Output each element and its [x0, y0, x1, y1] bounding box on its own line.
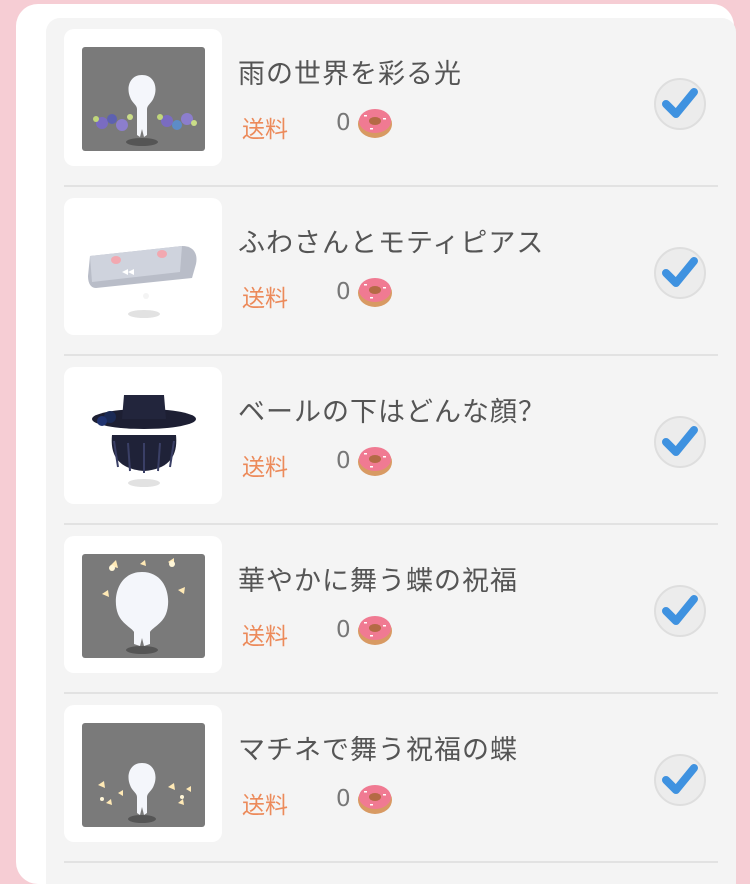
list-item[interactable]: マチネで舞う祝福の蝶 送料 0 — [46, 694, 736, 863]
item-title: ベールの下はどんな顔？ — [238, 397, 546, 428]
item-thumbnail — [64, 536, 222, 673]
donut-icon — [356, 444, 394, 478]
item-title: ふわさんとモティピアス — [238, 228, 545, 259]
black-hat-veil-icon — [82, 385, 205, 489]
select-checkbox[interactable] — [654, 78, 706, 130]
avatar-rain-lights-icon — [82, 47, 205, 151]
donut-icon — [356, 106, 394, 140]
item-price: 0 — [336, 448, 351, 474]
item-list: 雨の世界を彩る光 送料 0 ふわさんとモティピアス 送料 0 ベールの下はどんな… — [46, 18, 736, 884]
shipping-label: 送料 — [242, 793, 288, 819]
donut-icon — [356, 275, 394, 309]
item-thumbnail — [64, 198, 222, 335]
item-price: 0 — [336, 786, 351, 812]
row-divider — [64, 861, 718, 863]
select-checkbox[interactable] — [654, 754, 706, 806]
list-item[interactable]: 雨の世界を彩る光 送料 0 — [46, 18, 736, 187]
earrings-card-icon — [82, 216, 205, 320]
shipping-label: 送料 — [242, 286, 288, 312]
select-checkbox[interactable] — [654, 416, 706, 468]
donut-icon — [356, 613, 394, 647]
item-price: 0 — [336, 279, 351, 305]
list-item[interactable]: ふわさんとモティピアス 送料 0 — [46, 187, 736, 356]
item-thumbnail — [64, 705, 222, 842]
shipping-label: 送料 — [242, 624, 288, 650]
item-title: 華やかに舞う蝶の祝福 — [238, 566, 518, 597]
avatar-butterflies-low-icon — [82, 723, 205, 827]
item-thumbnail — [64, 29, 222, 166]
shipping-label: 送料 — [242, 117, 288, 143]
list-item[interactable]: 華やかに舞う蝶の祝福 送料 0 — [46, 525, 736, 694]
list-item[interactable]: ベールの下はどんな顔？ 送料 0 — [46, 356, 736, 525]
select-checkbox[interactable] — [654, 247, 706, 299]
item-title: 雨の世界を彩る光 — [238, 59, 462, 90]
item-title: マチネで舞う祝福の蝶 — [238, 735, 518, 766]
shipping-label: 送料 — [242, 455, 288, 481]
item-price: 0 — [336, 110, 351, 136]
donut-icon — [356, 782, 394, 816]
avatar-butterflies-icon — [82, 554, 205, 658]
select-checkbox[interactable] — [654, 585, 706, 637]
item-thumbnail — [64, 367, 222, 504]
item-list-card: 雨の世界を彩る光 送料 0 ふわさんとモティピアス 送料 0 ベールの下はどんな… — [16, 4, 736, 884]
item-price: 0 — [336, 617, 351, 643]
